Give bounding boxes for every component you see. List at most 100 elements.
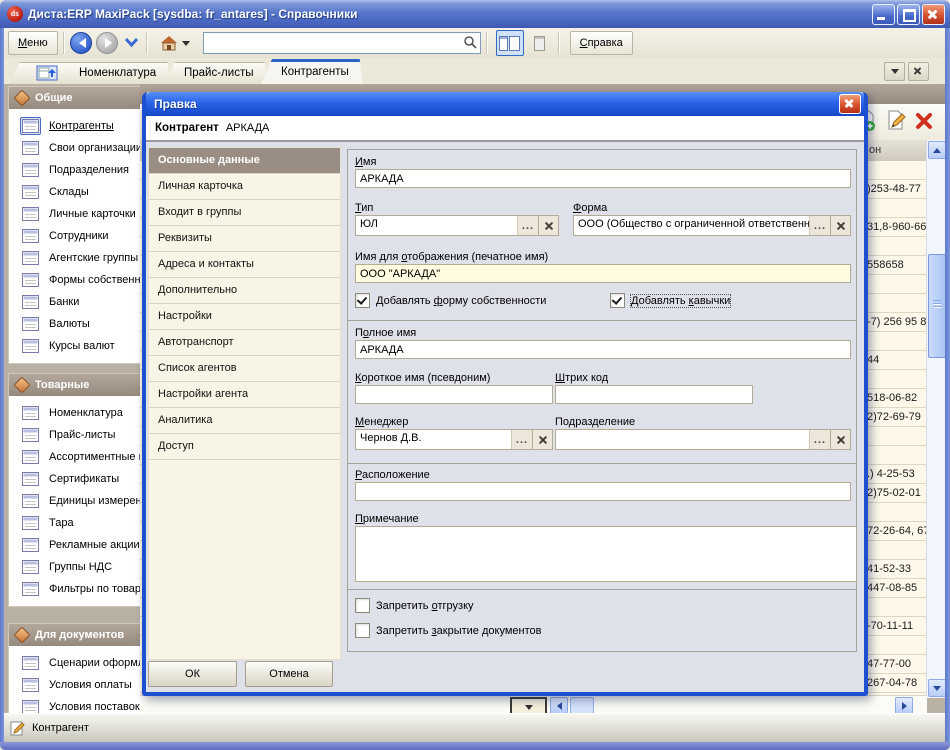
history-dropdown-button[interactable]	[124, 36, 139, 51]
add-quotes-label[interactable]: Добавлять кавычки	[631, 295, 730, 307]
vertical-scrollbar[interactable]	[926, 140, 945, 698]
section-header-general[interactable]: Общие	[9, 87, 140, 109]
manager-value[interactable]: Чернов Д.В.	[356, 430, 511, 449]
record-dropdown-button[interactable]	[510, 697, 547, 714]
search-icon[interactable]	[463, 35, 477, 49]
lookup-clear-button[interactable]	[830, 430, 850, 449]
form-value[interactable]: ООО (Общество с ограниченной ответственн…	[574, 216, 809, 235]
close-button[interactable]	[922, 4, 945, 25]
sidebar-item[interactable]: Склады	[9, 181, 140, 203]
sidebar-item[interactable]: Условия поставок	[9, 696, 140, 714]
lookup-clear-button[interactable]	[830, 216, 850, 235]
lookup-ellipsis-button[interactable]: ...	[517, 216, 538, 235]
barcode-input[interactable]	[555, 385, 753, 404]
sidebar-item[interactable]: Прайс-листы	[9, 424, 140, 446]
view-split-button[interactable]	[496, 30, 524, 56]
table-icon	[20, 227, 41, 245]
scroll-down-button[interactable]	[928, 679, 945, 697]
department-value[interactable]	[556, 430, 809, 449]
sidebar-item[interactable]: Формы собственно	[9, 269, 140, 291]
sidebar-item[interactable]: Личные карточки	[9, 203, 140, 225]
dialog-nav-item[interactable]: Настройки	[149, 304, 340, 330]
sidebar-item[interactable]: Номенклатура	[9, 402, 140, 424]
sidebar-item[interactable]: Ассортиментные гр	[9, 446, 140, 468]
vertical-scroll-thumb[interactable]	[928, 254, 945, 358]
help-button[interactable]: Справка	[570, 31, 633, 55]
sidebar-item[interactable]: Фильтры по товар	[9, 578, 140, 600]
dialog-title-bar[interactable]: Правка	[146, 92, 864, 116]
forward-button[interactable]	[96, 32, 118, 54]
location-input[interactable]	[355, 482, 851, 501]
back-button[interactable]	[70, 32, 92, 54]
tab-list-dropdown-button[interactable]	[884, 62, 905, 81]
dialog-nav-item[interactable]: Список агентов	[149, 356, 340, 382]
sidebar-item[interactable]: Условия оплаты	[9, 674, 140, 696]
tab[interactable]: Прайс-листы	[164, 62, 267, 84]
sidebar-item[interactable]: Курсы валют	[9, 335, 140, 357]
search-input[interactable]	[203, 32, 481, 54]
horizontal-scroll-thumb[interactable]	[570, 697, 594, 714]
full-name-input[interactable]	[355, 340, 851, 359]
block-close-checkbox[interactable]	[355, 623, 370, 638]
sidebar-item[interactable]: Сертификаты	[9, 468, 140, 490]
title-bar[interactable]: ds Диста:ERP MaxiPack [sysdba: fr_antare…	[0, 0, 950, 28]
sidebar-item[interactable]: Единицы измерени	[9, 490, 140, 512]
name-input[interactable]	[355, 169, 851, 188]
sidebar-item[interactable]: Тара	[9, 512, 140, 534]
delete-record-icon[interactable]	[915, 112, 933, 130]
dialog-nav-item[interactable]: Аналитика	[149, 408, 340, 434]
sidebar-item[interactable]: Агентские группы	[9, 247, 140, 269]
dialog-nav-item[interactable]: Реквизиты	[149, 226, 340, 252]
maximize-button[interactable]	[897, 4, 920, 25]
note-textarea[interactable]	[355, 526, 857, 582]
view-single-button[interactable]	[527, 31, 553, 55]
short-name-input[interactable]	[355, 385, 553, 404]
dialog-nav-item[interactable]: Дополнительно	[149, 278, 340, 304]
tab[interactable]: Номенклатура	[59, 62, 170, 84]
display-name-input[interactable]	[355, 264, 851, 283]
dialog-nav-item[interactable]: Личная карточка	[149, 174, 340, 200]
minimize-button[interactable]	[872, 4, 895, 25]
dialog-nav-item[interactable]: Настройки агента	[149, 382, 340, 408]
block-shipment-label[interactable]: Запретить отгрузку	[376, 600, 474, 612]
scroll-left-button[interactable]	[550, 697, 568, 714]
menu-button[interactable]: Меню	[8, 31, 58, 55]
lookup-clear-button[interactable]	[538, 216, 558, 235]
scroll-right-button[interactable]	[895, 697, 913, 714]
dialog-nav-item[interactable]: Основные данные	[149, 148, 340, 174]
sidebar-item[interactable]: Свои организации	[9, 137, 140, 159]
sidebar-item[interactable]: Валюты	[9, 313, 140, 335]
dialog-nav-item[interactable]: Автотранспорт	[149, 330, 340, 356]
scroll-up-button[interactable]	[928, 141, 945, 159]
full-name-label: Полное имя	[355, 327, 416, 339]
add-ownership-label[interactable]: Добавлять форму собственности	[376, 295, 546, 307]
section-header-documents[interactable]: Для документов	[9, 624, 140, 646]
tab[interactable]: Контрагенты	[261, 59, 363, 84]
sidebar-item[interactable]: Сотрудники	[9, 225, 140, 247]
home-button[interactable]	[153, 32, 197, 54]
ok-button[interactable]: ОК	[148, 661, 237, 687]
sidebar-item[interactable]: Контрагенты	[9, 115, 140, 137]
dialog-close-button[interactable]	[839, 94, 861, 114]
sidebar-item[interactable]: Рекламные акции	[9, 534, 140, 556]
block-close-label[interactable]: Запретить закрытие документов	[376, 625, 541, 637]
dialog-nav-item[interactable]: Адреса и контакты	[149, 252, 340, 278]
lookup-ellipsis-button[interactable]: ...	[809, 430, 830, 449]
type-value[interactable]: ЮЛ	[356, 216, 517, 235]
dialog-nav-item[interactable]: Входит в группы	[149, 200, 340, 226]
block-shipment-checkbox[interactable]	[355, 598, 370, 613]
edit-record-icon[interactable]	[886, 110, 906, 132]
sidebar-item[interactable]: Подразделения	[9, 159, 140, 181]
lookup-clear-button[interactable]	[532, 430, 552, 449]
cancel-button[interactable]: Отмена	[245, 661, 333, 687]
lookup-ellipsis-button[interactable]: ...	[511, 430, 532, 449]
add-ownership-checkbox[interactable]	[355, 293, 370, 308]
lookup-ellipsis-button[interactable]: ...	[809, 216, 830, 235]
dialog-nav-item[interactable]: Доступ	[149, 434, 340, 460]
section-header-goods[interactable]: Товарные	[9, 374, 140, 396]
tab-close-button[interactable]	[908, 62, 929, 81]
add-quotes-checkbox[interactable]	[610, 293, 625, 308]
sidebar-item[interactable]: Сценарии оформле	[9, 652, 140, 674]
sidebar-item[interactable]: Банки	[9, 291, 140, 313]
sidebar-item[interactable]: Группы НДС	[9, 556, 140, 578]
